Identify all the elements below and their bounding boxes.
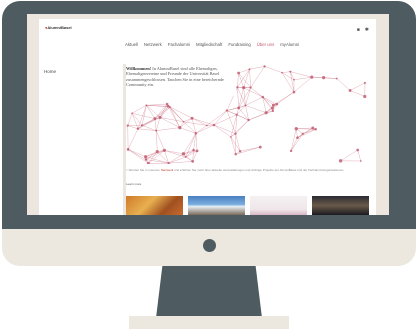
thumbnail-event[interactable] [250, 196, 307, 215]
main-content: Willkommen! In AlumniBasel sind alle Ehe… [126, 64, 376, 215]
caption-suffix: und erfahren Sie mehr über aktuelle Vera… [173, 168, 345, 172]
site-header: ●AlumniBasel ■ ✱ Aktuell Netzwerk Fachal… [39, 19, 376, 64]
header-icons: ■ ✱ [357, 27, 369, 33]
search-icon[interactable]: ■ [357, 27, 360, 33]
caption-prefix: > Werden Sie in unserem [126, 168, 161, 172]
monitor-base [129, 316, 289, 329]
nav-item-myalumni[interactable]: myAlumni [280, 42, 299, 47]
network-link[interactable]: Netzwerk [161, 168, 174, 172]
site-logo[interactable]: ●AlumniBasel [45, 25, 72, 30]
nav-item-aktuell[interactable]: Aktuell [125, 42, 138, 47]
caption-text: > Werden Sie in unserem Netzwerk und erf… [126, 168, 366, 172]
power-button [203, 239, 216, 252]
monitor-stand [156, 266, 262, 318]
intro-heading: Willkommen! [126, 66, 152, 71]
intro-text: Willkommen! In AlumniBasel sind alle Ehe… [126, 66, 230, 88]
sidebar-title[interactable]: Home [44, 69, 56, 74]
nav-item-fundraising[interactable]: Fundraising [228, 42, 250, 47]
nav-item-ueber-uns[interactable]: Über uns [257, 42, 274, 47]
thumbnail-mountains[interactable] [188, 196, 245, 215]
nav-item-mitgliedschaft[interactable]: Mitgliedschaft [196, 42, 222, 47]
main-nav: Aktuell Netzwerk Fachalumni Mitgliedscha… [125, 42, 299, 47]
sidebar: Home [39, 64, 123, 215]
thumbnail-autumn[interactable] [126, 196, 183, 215]
learn-more-link[interactable]: Learn more [126, 182, 141, 186]
screen: ●AlumniBasel ■ ✱ Aktuell Netzwerk Fachal… [27, 14, 389, 215]
nav-item-fachalumni[interactable]: Fachalumni [168, 42, 190, 47]
menu-icon[interactable]: ✱ [365, 27, 369, 33]
nav-item-netzwerk[interactable]: Netzwerk [144, 42, 162, 47]
thumbnail-hall[interactable] [312, 196, 369, 215]
